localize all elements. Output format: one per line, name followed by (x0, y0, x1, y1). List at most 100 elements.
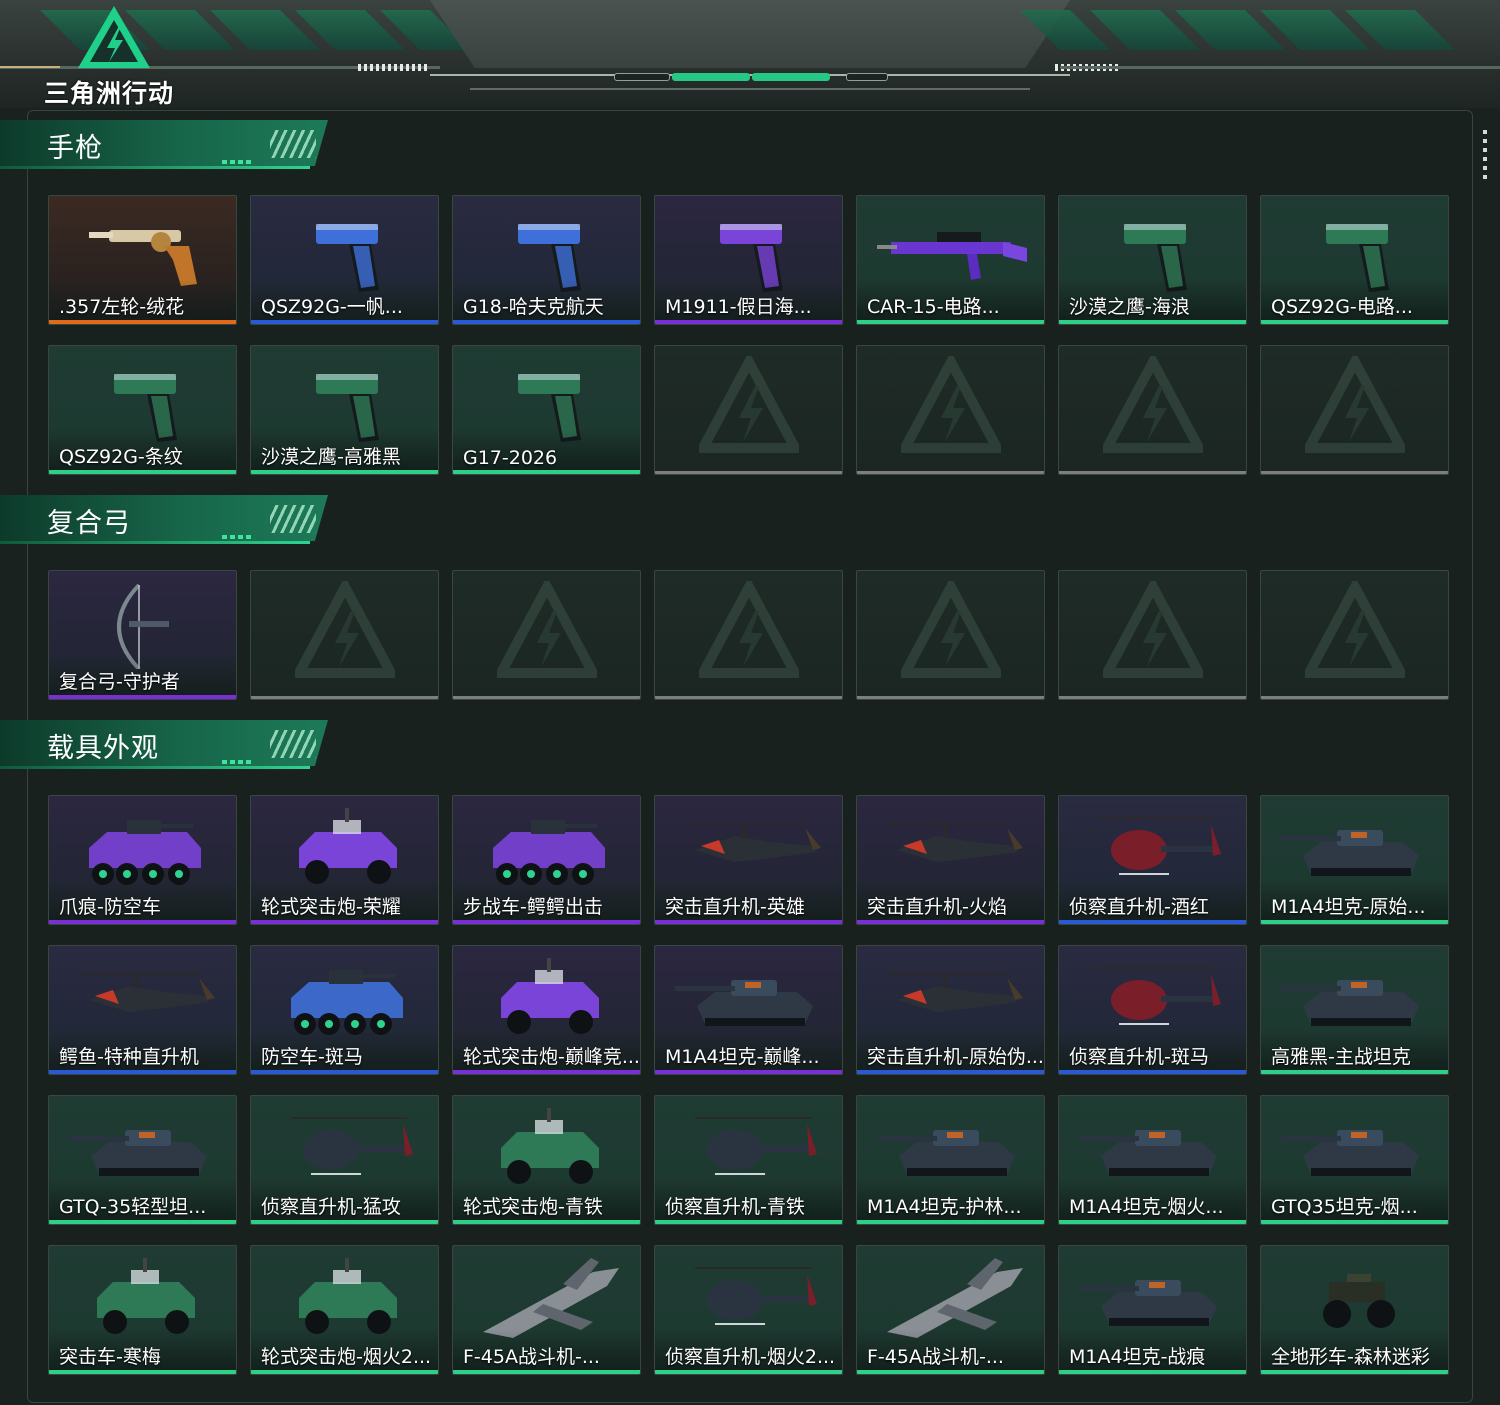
delta-watermark-icon (901, 356, 1001, 453)
rarity-bar (453, 1070, 640, 1074)
skin-card[interactable]: 防空车-斑马 (250, 945, 439, 1075)
skin-card[interactable]: QSZ92G-一帆... (250, 195, 439, 325)
skin-name: 轮式突击炮-荣耀 (261, 896, 401, 918)
skin-card[interactable]: 步战车-鳄鳄出击 (452, 795, 641, 925)
skin-card[interactable]: 沙漠之鹰-海浪 (1058, 195, 1247, 325)
rarity-bar (49, 1370, 236, 1374)
skin-name: 侦察直升机-猛攻 (261, 1196, 401, 1218)
rarity-bar (1261, 1070, 1448, 1074)
skin-card[interactable]: 突击直升机-英雄 (654, 795, 843, 925)
skin-card[interactable]: CAR-15-电路... (856, 195, 1045, 325)
skin-card[interactable]: 轮式突击炮-烟火2... (250, 1245, 439, 1375)
top-banner: 三角洲行动 (0, 0, 1500, 108)
skin-card[interactable]: QSZ92G-条纹 (48, 345, 237, 475)
rarity-bar (1059, 1070, 1246, 1074)
skin-card[interactable]: QSZ92G-电路... (1260, 195, 1449, 325)
skin-name: 沙漠之鹰-海浪 (1069, 296, 1190, 318)
section-title: 复合弓 (47, 508, 131, 539)
section-title: 载具外观 (47, 733, 159, 764)
rarity-bar (1261, 1220, 1448, 1224)
skin-card[interactable]: 侦察直升机-猛攻 (250, 1095, 439, 1225)
rarity-bar (1059, 320, 1246, 324)
rarity-bar (251, 920, 438, 924)
section-title: 手枪 (47, 133, 103, 164)
rarity-bar (453, 1370, 640, 1374)
skin-card[interactable]: 侦察直升机-斑马 (1058, 945, 1247, 1075)
skin-name: 爪痕-防空车 (59, 896, 161, 918)
rarity-bar (1261, 1370, 1448, 1374)
skin-name: 突击直升机-火焰 (867, 896, 1007, 918)
skin-card[interactable]: 轮式突击炮-荣耀 (250, 795, 439, 925)
skin-card[interactable]: GTQ35坦克-烟... (1260, 1095, 1449, 1225)
rarity-bar (857, 920, 1044, 924)
scrollbar-handle[interactable] (1483, 130, 1487, 180)
rarity-bar (1059, 1370, 1246, 1374)
skin-name: M1A4坦克-战痕 (1069, 1346, 1206, 1368)
skin-card[interactable]: M1A4坦克-原始... (1260, 795, 1449, 925)
skin-card[interactable]: 突击车-寒梅 (48, 1245, 237, 1375)
skin-name: 侦察直升机-酒红 (1069, 896, 1209, 918)
skin-card[interactable]: 鳄鱼-特种直升机 (48, 945, 237, 1075)
rarity-bar (49, 695, 236, 699)
skin-card[interactable]: .357左轮-绒花 (48, 195, 237, 325)
app-logo: 三角洲行动 (44, 4, 184, 108)
rarity-bar (857, 1220, 1044, 1224)
skin-name: QSZ92G-一帆... (261, 296, 403, 318)
skin-name: F-45A战斗机-... (463, 1346, 600, 1368)
banner-right-stripes (1010, 10, 1480, 50)
skin-card[interactable]: 爪痕-防空车 (48, 795, 237, 925)
skin-card[interactable]: 突击直升机-原始伪... (856, 945, 1045, 1075)
skin-name: 侦察直升机-斑马 (1069, 1046, 1209, 1068)
skin-card[interactable]: F-45A战斗机-... (856, 1245, 1045, 1375)
skin-card[interactable]: M1A4坦克-护林... (856, 1095, 1045, 1225)
delta-watermark-icon (901, 581, 1001, 678)
skin-card[interactable]: 侦察直升机-烟火2... (654, 1245, 843, 1375)
rarity-bar (453, 1220, 640, 1224)
skin-name: M1A4坦克-烟火... (1069, 1196, 1224, 1218)
skin-card[interactable]: 侦察直升机-酒红 (1058, 795, 1247, 925)
rarity-bar (49, 920, 236, 924)
rarity-bar (251, 1070, 438, 1074)
skin-card[interactable]: G18-哈夫克航天 (452, 195, 641, 325)
rarity-bar (655, 1070, 842, 1074)
empty-slot (654, 345, 843, 475)
skin-card[interactable]: GTQ-35轻型坦... (48, 1095, 237, 1225)
skin-card[interactable]: M1911-假日海... (654, 195, 843, 325)
delta-watermark-icon (295, 581, 395, 678)
skin-card[interactable]: M1A4坦克-战痕 (1058, 1245, 1247, 1375)
skin-card[interactable]: F-45A战斗机-... (452, 1245, 641, 1375)
skin-card[interactable]: G17-2026 (452, 345, 641, 475)
skin-name: 轮式突击炮-青铁 (463, 1196, 603, 1218)
skin-name: M1A4坦克-护林... (867, 1196, 1022, 1218)
skin-card[interactable]: M1A4坦克-巅峰... (654, 945, 843, 1075)
rarity-bar (251, 1220, 438, 1224)
rarity-bar (857, 1370, 1044, 1374)
skin-card[interactable]: 复合弓-守护者 (48, 570, 237, 700)
skin-card[interactable]: 侦察直升机-青铁 (654, 1095, 843, 1225)
skin-name: F-45A战斗机-... (867, 1346, 1004, 1368)
skin-name: 侦察直升机-烟火2... (665, 1346, 836, 1368)
skin-name: G18-哈夫克航天 (463, 296, 604, 318)
skin-name: M1A4坦克-巅峰... (665, 1046, 820, 1068)
skin-card[interactable]: 全地形车-森林迷彩 (1260, 1245, 1449, 1375)
skin-name: GTQ35坦克-烟... (1271, 1196, 1418, 1218)
rarity-bar (49, 320, 236, 324)
banner-indicator (846, 73, 888, 81)
rarity-bar (49, 1070, 236, 1074)
delta-watermark-icon (1305, 356, 1405, 453)
skin-card[interactable]: 轮式突击炮-巅峰竞... (452, 945, 641, 1075)
app-logo-text: 三角洲行动 (44, 79, 175, 108)
rarity-bar (857, 320, 1044, 324)
skin-card[interactable]: 轮式突击炮-青铁 (452, 1095, 641, 1225)
empty-slot (250, 570, 439, 700)
delta-watermark-icon (1305, 581, 1405, 678)
skin-card[interactable]: 沙漠之鹰-高雅黑 (250, 345, 439, 475)
skin-name: 鳄鱼-特种直升机 (59, 1046, 199, 1068)
skin-card[interactable]: 高雅黑-主战坦克 (1260, 945, 1449, 1075)
empty-slot (452, 570, 641, 700)
skin-card[interactable]: 突击直升机-火焰 (856, 795, 1045, 925)
skin-name: 侦察直升机-青铁 (665, 1196, 805, 1218)
skin-card[interactable]: M1A4坦克-烟火... (1058, 1095, 1247, 1225)
rarity-bar (1059, 920, 1246, 924)
skin-name: 步战车-鳄鳄出击 (463, 896, 603, 918)
